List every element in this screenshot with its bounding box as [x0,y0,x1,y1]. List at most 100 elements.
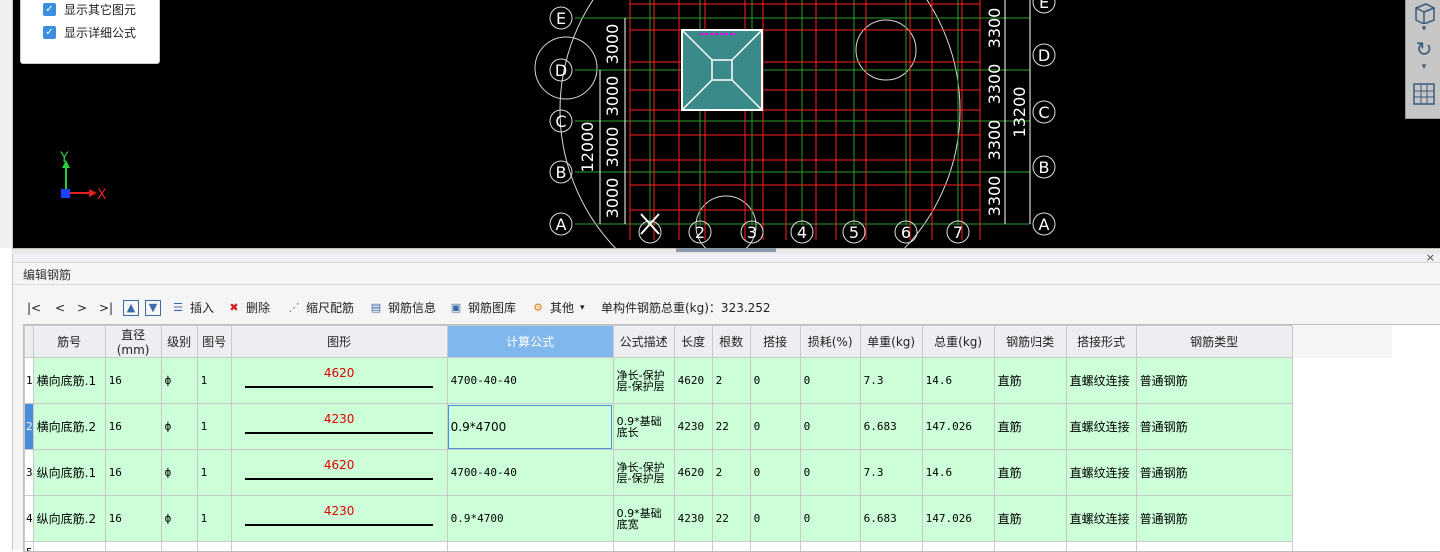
row-number[interactable]: 2 [25,404,34,450]
column-header[interactable]: 公式描述 [613,326,674,358]
column-header[interactable]: 筋号 [33,326,105,358]
empty-cell[interactable] [197,542,231,552]
cell-formula-desc[interactable]: 0.9*基础底宽 [613,496,674,542]
chevron-down-icon[interactable]: ▾ [1410,62,1438,72]
row-number[interactable]: 3 [25,450,34,496]
cell-category[interactable]: 直筋 [994,450,1066,496]
empty-cell[interactable] [105,542,161,552]
empty-cell[interactable] [800,542,860,552]
cell-shape[interactable]: 4620 [231,358,447,404]
column-header[interactable]: 直径(mm) [105,326,161,358]
empty-cell[interactable] [1136,542,1292,552]
empty-cell[interactable] [674,542,712,552]
cell-shape[interactable]: 4230 [231,404,447,450]
table-row[interactable]: 4 纵向底筋.2 16 ф 1 4230 0.9*4700 0.9*基础底宽 4… [25,496,1393,542]
checkbox-checked-icon[interactable]: ✓ [43,3,56,16]
cell-length[interactable]: 4230 [674,404,712,450]
rebar-library-button[interactable]: ▣ 钢筋图库 [449,299,516,317]
cell-figure-no[interactable]: 1 [197,358,231,404]
cell-loss[interactable]: 0 [800,404,860,450]
column-header[interactable]: 钢筋归类 [994,326,1066,358]
cell-category[interactable]: 直筋 [994,358,1066,404]
cell-name[interactable]: 横向底筋.2 [33,404,105,450]
cell-total-weight[interactable]: 14.6 [922,450,994,496]
scale-rebar-button[interactable]: ⋰ 缩尺配筋 [287,299,354,317]
checkbox-checked-icon[interactable]: ✓ [43,26,56,39]
view-cube-icon[interactable] [1410,0,1438,26]
next-record-button[interactable]: > [77,299,87,317]
cell-rebar-type[interactable]: 普通钢筋 [1136,450,1292,496]
layer-grid-icon[interactable] [1410,82,1438,108]
drawing-canvas[interactable]: E D C B A E D C B A 2 3 4 5 6 7 3000 300… [0,0,1440,248]
cell-rebar-type[interactable]: 普通钢筋 [1136,404,1292,450]
cell-formula-active[interactable]: 0.9*4700 [447,404,613,450]
empty-cell[interactable] [613,542,674,552]
cell-formula-desc[interactable]: 0.9*基础底长 [613,404,674,450]
table-row[interactable]: 2 横向底筋.2 16 ф 1 4230 0.9*4700 0.9*基础底长 4… [25,404,1393,450]
column-header[interactable]: 总重(kg) [922,326,994,358]
empty-cell[interactable] [33,542,105,552]
cell-lap-form[interactable]: 直螺纹连接 [1066,358,1136,404]
cell-diameter[interactable]: 16 [105,450,161,496]
cell-count[interactable]: 22 [712,404,750,450]
other-dropdown-button[interactable]: ⚙ 其他 ▾ [531,299,585,317]
cell-length[interactable]: 4620 [674,450,712,496]
cad-viewport[interactable]: E D C B A E D C B A 2 3 4 5 6 7 3000 300… [0,0,1440,248]
cell-lap[interactable]: 0 [750,404,800,450]
cell-grade[interactable]: ф [161,404,197,450]
cell-unit-weight[interactable]: 6.683 [860,496,922,542]
cell-figure-no[interactable]: 1 [197,496,231,542]
row-number[interactable]: 4 [25,496,34,542]
cell-grade[interactable]: ф [161,496,197,542]
cell-formula[interactable]: 0.9*4700 [447,496,613,542]
cell-loss[interactable]: 0 [800,358,860,404]
cell-loss[interactable]: 0 [800,496,860,542]
column-header[interactable]: 图形 [231,326,447,358]
cell-count[interactable]: 2 [712,450,750,496]
cell-formula[interactable]: 4700-40-40 [447,358,613,404]
cell-category[interactable]: 直筋 [994,404,1066,450]
cell-figure-no[interactable]: 1 [197,450,231,496]
cell-diameter[interactable]: 16 [105,358,161,404]
column-header[interactable]: 损耗(%) [800,326,860,358]
prev-record-button[interactable]: < [55,299,65,317]
last-record-button[interactable]: >| [99,299,113,317]
cell-diameter[interactable]: 16 [105,404,161,450]
cell-unit-weight[interactable]: 7.3 [860,450,922,496]
cell-lap[interactable]: 0 [750,358,800,404]
cell-shape[interactable]: 4620 [231,450,447,496]
empty-cell[interactable] [750,542,800,552]
chevron-down-icon[interactable]: ▾ [1410,24,1438,34]
cell-lap-form[interactable]: 直螺纹连接 [1066,404,1136,450]
insert-button[interactable]: ☰ 插入 [171,299,214,317]
cell-total-weight[interactable]: 147.026 [922,404,994,450]
cell-grade[interactable]: ф [161,450,197,496]
column-header[interactable]: 长度 [674,326,712,358]
cell-length[interactable]: 4230 [674,496,712,542]
cell-total-weight[interactable]: 147.026 [922,496,994,542]
column-header[interactable]: 图号 [197,326,231,358]
empty-cell[interactable] [860,542,922,552]
cell-name[interactable]: 纵向底筋.1 [33,450,105,496]
cell-lap-form[interactable]: 直螺纹连接 [1066,450,1136,496]
empty-cell[interactable] [447,542,613,552]
cell-grade[interactable]: ф [161,358,197,404]
row-number[interactable]: 1 [25,358,34,404]
first-record-button[interactable]: |< [27,299,41,317]
cell-count[interactable]: 22 [712,496,750,542]
table-row[interactable]: 1 横向底筋.1 16 ф 1 4620 4700-40-40 净长-保护层-保… [25,358,1393,404]
cell-unit-weight[interactable]: 7.3 [860,358,922,404]
row-number[interactable]: 5 [25,542,34,552]
show-detail-formula-option[interactable]: ✓ 显示详细公式 [43,23,136,41]
rotate-icon[interactable]: ↻ [1410,36,1438,62]
empty-cell[interactable] [231,542,447,552]
empty-cell[interactable] [161,542,197,552]
splitter-handle[interactable] [676,248,776,252]
cell-diameter[interactable]: 16 [105,496,161,542]
cell-unit-weight[interactable]: 6.683 [860,404,922,450]
move-up-button[interactable]: ▲ [123,299,144,317]
delete-button[interactable]: ✖ 删除 [227,299,270,317]
column-header[interactable]: 搭接 [750,326,800,358]
cell-count[interactable]: 2 [712,358,750,404]
empty-cell[interactable] [712,542,750,552]
